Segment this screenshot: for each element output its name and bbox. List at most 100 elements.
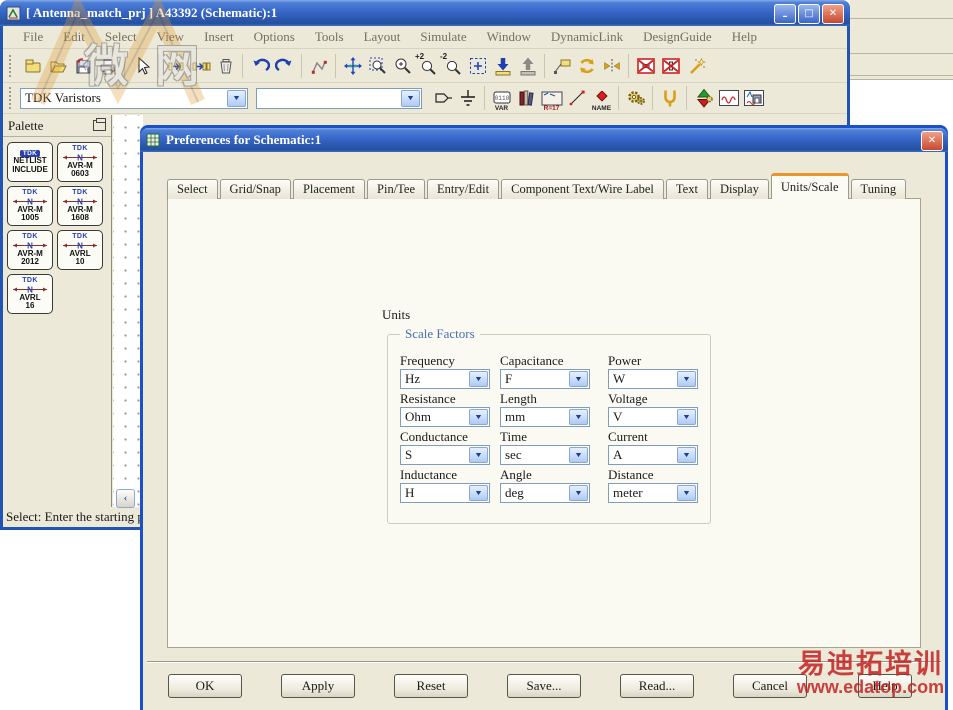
palette-item-avr-m-1005[interactable]: TDK N AVR-M 1005 bbox=[7, 186, 53, 226]
rotate-component-icon[interactable] bbox=[574, 53, 599, 78]
pan-move-icon[interactable] bbox=[340, 53, 365, 78]
inductance-select[interactable]: H bbox=[400, 483, 490, 503]
pop-out-hierarchy-icon[interactable] bbox=[515, 53, 540, 78]
menu-file[interactable]: File bbox=[13, 29, 53, 45]
palette-item-avr-m-2012[interactable]: TDK N AVR-M 2012 bbox=[7, 230, 53, 270]
chevron-down-icon[interactable] bbox=[569, 447, 588, 463]
select-arrow-icon[interactable] bbox=[129, 53, 154, 78]
new-design-icon[interactable] bbox=[20, 53, 45, 78]
time-select[interactable]: sec bbox=[500, 445, 590, 465]
component-history-select[interactable] bbox=[256, 88, 422, 109]
zoom-in-icon[interactable] bbox=[390, 53, 415, 78]
component-library-icon[interactable] bbox=[514, 86, 539, 111]
zoom-in-x2-icon[interactable]: +2 bbox=[415, 53, 440, 78]
chevron-down-icon[interactable] bbox=[227, 90, 246, 107]
delete-icon[interactable] bbox=[213, 53, 238, 78]
palette-item-avr-m-0603[interactable]: TDK N AVR-M 0603 bbox=[57, 142, 103, 182]
chevron-down-icon[interactable] bbox=[401, 90, 420, 107]
menu-dynamiclink[interactable]: DynamicLink bbox=[541, 29, 633, 45]
palette-select[interactable]: TDK Varistors bbox=[20, 88, 248, 109]
chevron-down-icon[interactable] bbox=[677, 409, 696, 425]
angle-select[interactable]: deg bbox=[500, 483, 590, 503]
menu-designguide[interactable]: DesignGuide bbox=[633, 29, 722, 45]
voltage-select[interactable]: V bbox=[608, 407, 698, 427]
tab-placement[interactable]: Placement bbox=[293, 179, 365, 199]
read-button[interactable]: Read... bbox=[620, 674, 694, 698]
palette-item-avr-m-1608[interactable]: TDK N AVR-M 1608 bbox=[57, 186, 103, 226]
component-next-icon[interactable] bbox=[188, 53, 213, 78]
component-prev-icon[interactable] bbox=[163, 53, 188, 78]
chevron-down-icon[interactable] bbox=[569, 409, 588, 425]
apply-button[interactable]: Apply bbox=[281, 674, 355, 698]
zoom-out-x2-icon[interactable]: -2 bbox=[440, 53, 465, 78]
tab-select[interactable]: Select bbox=[167, 179, 218, 199]
menu-insert[interactable]: Insert bbox=[194, 29, 244, 45]
menu-tools[interactable]: Tools bbox=[305, 29, 354, 45]
dataset-save-icon[interactable] bbox=[741, 86, 766, 111]
menu-help[interactable]: Help bbox=[722, 29, 767, 45]
length-select[interactable]: mm bbox=[500, 407, 590, 427]
mirror-component-icon[interactable] bbox=[599, 53, 624, 78]
chevron-down-icon[interactable] bbox=[677, 447, 696, 463]
tab-display[interactable]: Display bbox=[710, 179, 769, 199]
tab-tuning[interactable]: Tuning bbox=[851, 179, 907, 199]
chevron-down-icon[interactable] bbox=[677, 485, 696, 501]
reset-button[interactable]: Reset bbox=[394, 674, 468, 698]
tab-grid-snap[interactable]: Grid/Snap bbox=[220, 179, 291, 199]
tune-parameters-icon[interactable] bbox=[657, 86, 682, 111]
save-design-icon[interactable] bbox=[70, 53, 95, 78]
toolbar-grip[interactable] bbox=[9, 55, 15, 77]
conductance-select[interactable]: S bbox=[400, 445, 490, 465]
chevron-down-icon[interactable] bbox=[569, 485, 588, 501]
tab-units-scale[interactable]: Units/Scale bbox=[771, 173, 849, 199]
chevron-down-icon[interactable] bbox=[469, 409, 488, 425]
insert-ground-icon[interactable] bbox=[455, 86, 480, 111]
title-bar[interactable]: [ Antenna_match_prj ] A43392 (Schematic)… bbox=[0, 0, 850, 26]
ok-button[interactable]: OK bbox=[168, 674, 242, 698]
minimize-button[interactable] bbox=[774, 4, 796, 24]
zoom-area-icon[interactable] bbox=[365, 53, 390, 78]
tab-text[interactable]: Text bbox=[666, 179, 708, 199]
menu-view[interactable]: View bbox=[147, 29, 194, 45]
display-template-icon[interactable]: R=17 bbox=[539, 86, 564, 111]
wire-label-icon[interactable] bbox=[549, 53, 574, 78]
simulate-icon[interactable] bbox=[623, 86, 648, 111]
menu-select[interactable]: Select bbox=[95, 29, 147, 45]
palette-item-avrl-16[interactable]: TDK N AVRL 16 bbox=[7, 274, 53, 314]
frequency-select[interactable]: Hz bbox=[400, 369, 490, 389]
cancel-button[interactable]: Cancel bbox=[733, 674, 807, 698]
capacitance-select[interactable]: F bbox=[500, 369, 590, 389]
distance-select[interactable]: meter bbox=[608, 483, 698, 503]
palette-item-netlist-include[interactable]: TDK NETLIST INCLUDE bbox=[7, 142, 53, 182]
toolbar-grip[interactable] bbox=[9, 87, 15, 109]
print-icon[interactable] bbox=[95, 53, 120, 78]
push-into-hierarchy-icon[interactable] bbox=[490, 53, 515, 78]
tab-pin-tee[interactable]: Pin/Tee bbox=[367, 179, 425, 199]
schematic-canvas[interactable] bbox=[113, 115, 143, 507]
zoom-fit-icon[interactable] bbox=[465, 53, 490, 78]
open-design-icon[interactable] bbox=[45, 53, 70, 78]
help-button[interactable]: Help bbox=[858, 674, 912, 698]
power-select[interactable]: W bbox=[608, 369, 698, 389]
resistance-select[interactable]: Ohm bbox=[400, 407, 490, 427]
insert-wire-icon[interactable] bbox=[564, 86, 589, 111]
menu-options[interactable]: Options bbox=[244, 29, 305, 45]
chevron-down-icon[interactable] bbox=[677, 371, 696, 387]
menu-window[interactable]: Window bbox=[477, 29, 541, 45]
menu-layout[interactable]: Layout bbox=[354, 29, 411, 45]
insert-var-icon[interactable]: 0110VAR bbox=[489, 86, 514, 111]
smart-wizard-icon[interactable] bbox=[683, 53, 708, 78]
insert-port-icon[interactable] bbox=[430, 86, 455, 111]
palette-item-avrl-10[interactable]: TDK N AVRL 10 bbox=[57, 230, 103, 270]
short-component-icon[interactable] bbox=[658, 53, 683, 78]
optimize-icon[interactable] bbox=[691, 86, 716, 111]
wire-net-name-icon[interactable]: NAME bbox=[589, 86, 614, 111]
chevron-down-icon[interactable] bbox=[469, 447, 488, 463]
dialog-title-bar[interactable]: Preferences for Schematic:1 bbox=[140, 128, 948, 152]
tab-entry-edit[interactable]: Entry/Edit bbox=[427, 179, 499, 199]
data-display-icon[interactable] bbox=[716, 86, 741, 111]
current-select[interactable]: A bbox=[608, 445, 698, 465]
chevron-down-icon[interactable] bbox=[569, 371, 588, 387]
undo-icon[interactable] bbox=[247, 53, 272, 78]
deactivate-component-icon[interactable] bbox=[633, 53, 658, 78]
